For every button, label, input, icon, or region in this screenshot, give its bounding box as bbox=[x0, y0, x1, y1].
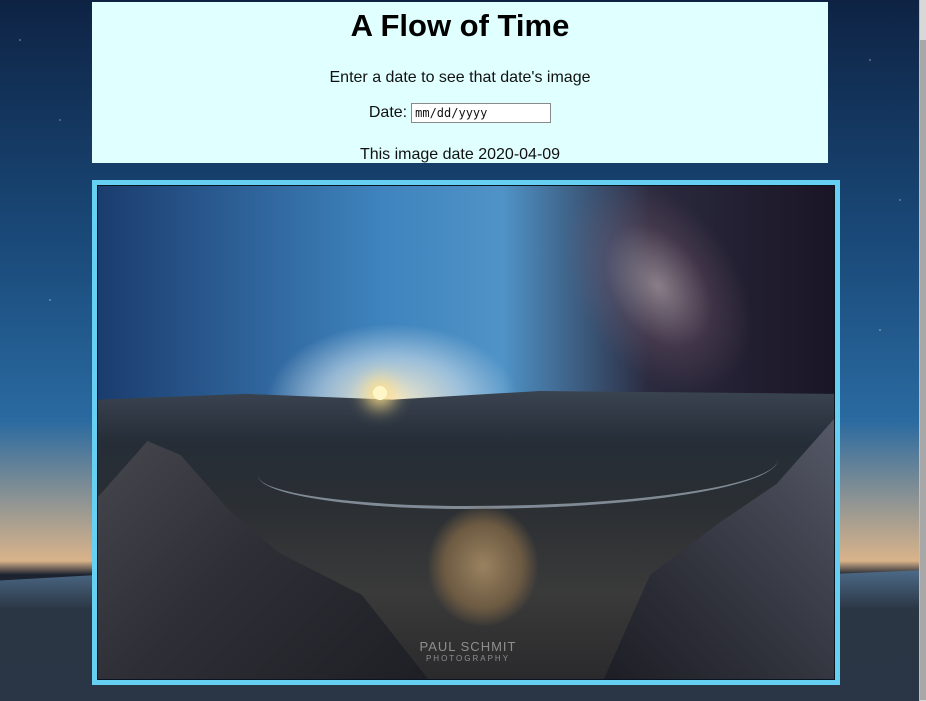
date-label: Date: bbox=[368, 104, 408, 121]
watermark-subtitle: PHOTOGRAPHY bbox=[425, 654, 511, 663]
image-date-text: This image date 2020-04-09 bbox=[359, 146, 561, 163]
watermark-name: PAUL SCHMIT bbox=[419, 639, 517, 654]
image-frame: PAUL SCHMIT PHOTOGRAPHY bbox=[92, 180, 840, 685]
date-picker-row: Date: mm/dd/yyyy bbox=[92, 103, 828, 123]
instructions-text: Enter a date to see that date's image bbox=[329, 69, 591, 86]
header-panel: A Flow of Time Enter a date to see that … bbox=[92, 2, 828, 163]
page-title: A Flow of Time bbox=[350, 8, 570, 43]
scrollbar-thumb[interactable] bbox=[920, 40, 926, 700]
daily-photo: PAUL SCHMIT PHOTOGRAPHY bbox=[98, 186, 834, 679]
date-input[interactable]: mm/dd/yyyy bbox=[411, 103, 552, 123]
vertical-scrollbar[interactable] bbox=[919, 0, 926, 701]
date-input-placeholder: mm/dd/yyyy bbox=[415, 106, 488, 120]
photo-cactus bbox=[428, 506, 538, 626]
photo-watermark: PAUL SCHMIT PHOTOGRAPHY bbox=[408, 639, 528, 663]
photo-sunburst bbox=[373, 386, 387, 400]
